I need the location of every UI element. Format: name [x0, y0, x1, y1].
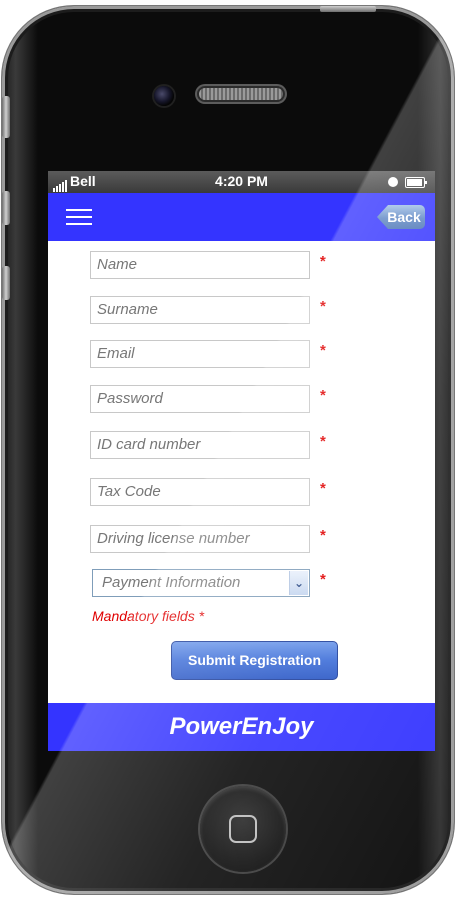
driving-license-input[interactable]: Driving license number — [90, 525, 310, 553]
name-input[interactable]: Name — [90, 251, 310, 279]
phone-frame: Bell 4:20 PM Back Name * Surname * Email… — [2, 6, 454, 894]
screen: Bell 4:20 PM Back Name * Surname * Email… — [48, 171, 435, 751]
home-button[interactable] — [200, 786, 286, 872]
front-camera — [154, 86, 174, 106]
submit-registration-button[interactable]: Submit Registration — [171, 641, 338, 680]
required-mark: * — [320, 480, 326, 497]
email-input[interactable]: Email — [90, 340, 310, 368]
required-mark: * — [320, 387, 326, 404]
hamburger-menu-icon[interactable] — [66, 209, 92, 227]
status-time: 4:20 PM — [215, 173, 268, 189]
password-input[interactable]: Password — [90, 385, 310, 413]
battery-icon — [405, 177, 427, 188]
payment-select-value: Payment Information — [102, 574, 241, 591]
home-square-icon — [229, 815, 257, 843]
status-bar: Bell 4:20 PM — [48, 171, 435, 193]
tax-code-input[interactable]: Tax Code — [90, 478, 310, 506]
mandatory-note: Mandatory fields * — [92, 608, 205, 624]
surname-input[interactable]: Surname — [90, 296, 310, 324]
volume-down-button — [2, 266, 10, 300]
chevron-down-icon[interactable]: ⌄ — [289, 571, 308, 595]
required-mark: * — [320, 253, 326, 270]
power-button — [320, 6, 376, 12]
required-mark: * — [320, 433, 326, 450]
navbar: Back — [48, 193, 435, 241]
required-mark: * — [320, 298, 326, 315]
id-card-input[interactable]: ID card number — [90, 431, 310, 459]
payment-select[interactable]: Payment Information ⌄ — [92, 569, 310, 597]
brand-footer: PowerEnJoy — [48, 703, 435, 751]
volume-up-button — [2, 191, 10, 225]
earpiece-speaker — [197, 86, 285, 102]
required-mark: * — [320, 342, 326, 359]
mute-switch — [2, 96, 10, 138]
required-mark: * — [320, 571, 326, 588]
alarm-icon — [388, 177, 398, 187]
back-button[interactable]: Back — [377, 205, 425, 229]
required-mark: * — [320, 527, 326, 544]
